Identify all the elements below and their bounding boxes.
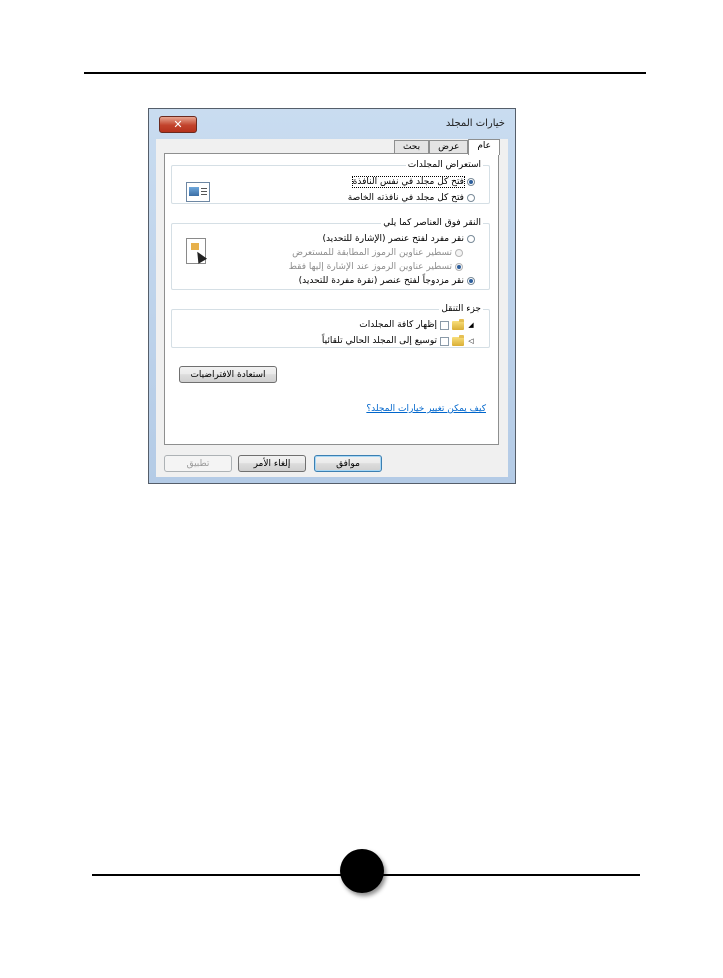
tab-general[interactable]: عام [468, 139, 500, 155]
show-all-folders-label: إظهار كافة المجلدات [359, 320, 437, 330]
single-click-label: نقر مفرد لفتح عنصر (الإشارة للتحديد) [322, 234, 464, 244]
same-window-radio[interactable] [467, 178, 475, 186]
click-option-single[interactable]: نقر مفرد لفتح عنصر (الإشارة للتحديد) [322, 234, 475, 244]
double-click-radio[interactable] [467, 277, 475, 285]
page-top-rule [84, 72, 646, 74]
auto-expand-label: توسيع إلى المجلد الحالي تلقائياً [321, 336, 437, 346]
double-click-label: نقر مزدوجاً لفتح عنصر (نقرة مفردة للتحدي… [298, 276, 464, 286]
dialog-title: خيارات المجلد [445, 118, 505, 129]
folder-icon [452, 334, 464, 346]
tab-strip: عام عرض بحث [393, 139, 500, 155]
ok-button[interactable]: موافق [314, 455, 382, 472]
pointer-cursor-icon [192, 249, 208, 264]
click-option-underline-hover[interactable]: تسطير عناوين الرموز عند الإشارة إليها فق… [289, 262, 463, 272]
click-items-icon [186, 238, 208, 264]
browse-folders-group: استعراض المجلدات فتح كل مجلد في نفس النا… [171, 160, 490, 204]
own-window-radio[interactable] [467, 194, 475, 202]
tab-search[interactable]: بحث [393, 140, 430, 154]
folder-options-dialog: خيارات المجلد ✕ عام عرض بحث استعراض المج… [148, 108, 516, 484]
browse-option-same-window[interactable]: فتح كل مجلد في نفس النافذة [351, 176, 475, 188]
page-number-circle [340, 849, 384, 893]
same-window-label: فتح كل مجلد في نفس النافذة [351, 176, 466, 188]
underline-browser-label: تسطير عناوين الرموز المطابقة للمستعرض [292, 248, 452, 258]
apply-button[interactable]: تطبيق [164, 455, 232, 472]
single-click-radio[interactable] [467, 235, 475, 243]
collapse-triangle-icon: ◁ [468, 337, 474, 345]
auto-expand-checkbox[interactable] [440, 336, 449, 346]
click-items-group: النقر فوق العناصر كما يلي نقر مفرد لفتح … [171, 218, 490, 290]
general-tab-panel: استعراض المجلدات فتح كل مجلد في نفس النا… [164, 153, 499, 445]
cancel-button[interactable]: إلغاء الأمر [238, 455, 306, 472]
underline-hover-label: تسطير عناوين الرموز عند الإشارة إليها فق… [288, 262, 452, 272]
folder-icon [452, 318, 464, 330]
nav-option-auto-expand[interactable]: ◁ توسيع إلى المجلد الحالي تلقائياً [321, 334, 475, 346]
navigation-pane-group: جزء التنقل ◢ إظهار كافة المجلدات ◁ توسيع… [171, 304, 490, 348]
click-option-underline-browser[interactable]: تسطير عناوين الرموز المطابقة للمستعرض [292, 248, 463, 258]
nav-option-show-all[interactable]: ◢ إظهار كافة المجلدات [359, 318, 475, 330]
show-all-folders-checkbox[interactable] [440, 320, 449, 330]
browse-folders-legend: استعراض المجلدات [407, 160, 481, 170]
tab-view[interactable]: عرض [429, 140, 469, 154]
underline-browser-radio[interactable] [455, 249, 463, 257]
click-option-double[interactable]: نقر مزدوجاً لفتح عنصر (نقرة مفردة للتحدي… [299, 276, 475, 286]
restore-defaults-button[interactable]: استعادة الافتراضيات [179, 366, 277, 383]
browse-option-own-window[interactable]: فتح كل مجلد في نافذته الخاصة [348, 193, 475, 203]
click-items-legend: النقر فوق العناصر كما يلي [383, 218, 481, 228]
underline-hover-radio[interactable] [455, 263, 463, 271]
own-window-label: فتح كل مجلد في نافذته الخاصة [347, 193, 464, 203]
help-link[interactable]: كيف يمكن تغيير خيارات المجلد؟ [366, 404, 486, 414]
browse-folders-icon [186, 182, 210, 202]
navigation-pane-legend: جزء التنقل [441, 304, 481, 314]
dialog-client-area: عام عرض بحث استعراض المجلدات فتح كل مجلد… [156, 139, 508, 477]
close-button[interactable]: ✕ [159, 116, 197, 133]
expand-triangle-icon: ◢ [468, 321, 474, 329]
title-bar[interactable]: خيارات المجلد ✕ [149, 109, 515, 139]
